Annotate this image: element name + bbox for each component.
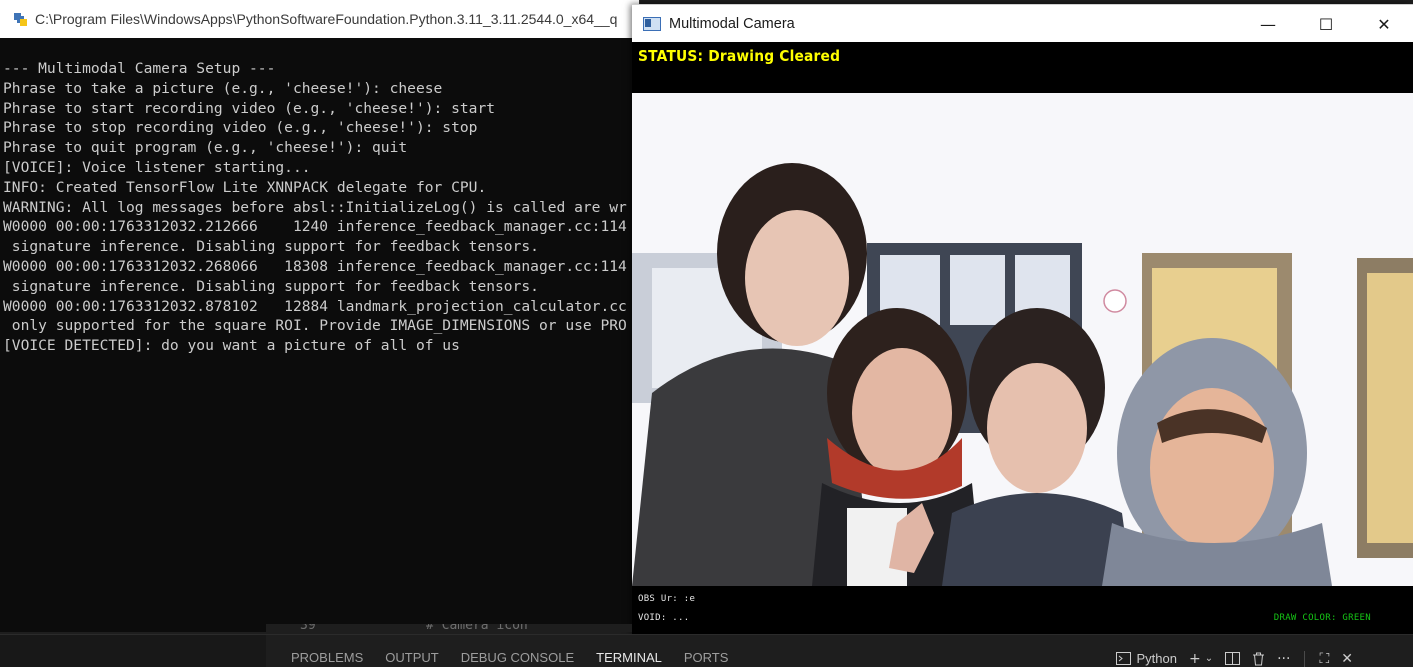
console-line: W0000 00:00:1763312032.268066 18308 infe… (3, 257, 627, 275)
console-line: W0000 00:00:1763312032.212666 1240 infer… (3, 218, 627, 236)
trash-icon[interactable] (1252, 638, 1265, 666)
tab-terminal[interactable]: TERMINAL (596, 635, 662, 667)
status-text: STATUS: Drawing Cleared (638, 47, 841, 65)
console-output: --- Multimodal Camera Setup --- Phrase to… (0, 38, 632, 632)
console-line: Phrase to start recording video (e.g., '… (3, 99, 496, 117)
console-line: Phrase to stop recording video (e.g., 'c… (3, 119, 478, 137)
camera-feed-image (632, 93, 1413, 586)
camera-app-icon (643, 16, 661, 31)
console-line: Phrase to quit program (e.g., 'cheese!')… (3, 139, 408, 157)
info-line-1: OBS Ur: :e (638, 594, 696, 604)
console-line: W0000 00:00:1763312032.878102 12884 land… (3, 297, 627, 315)
terminal-panel-header: PROBLEMS OUTPUT DEBUG CONSOLE TERMINAL PORTS… (0, 634, 1413, 667)
maximize-button[interactable]: ☐ (1297, 5, 1355, 43)
console-line: [VOICE]: Voice listener starting... (3, 158, 311, 176)
minimize-button[interactable]: — (1239, 5, 1297, 43)
console-title: C:\Program Files\WindowsApps\PythonSoftw… (35, 11, 618, 27)
console-line: signature inference. Disabling support f… (3, 238, 539, 256)
chevron-down-icon[interactable]: ⌄ (1205, 639, 1213, 664)
console-line: Phrase to take a picture (e.g., 'cheese!… (3, 79, 443, 97)
close-button[interactable]: ✕ (1355, 5, 1413, 43)
console-line: INFO: Created TensorFlow Lite XNNPACK de… (3, 178, 487, 196)
console-titlebar[interactable]: C:\Program Files\WindowsApps\PythonSoftw… (0, 0, 639, 38)
console-line: only supported for the square ROI. Provi… (3, 317, 627, 335)
camera-feed[interactable] (632, 93, 1413, 586)
tab-output[interactable]: OUTPUT (385, 635, 438, 667)
console-line: WARNING: All log messages before absl::I… (3, 198, 627, 216)
code-line: # Camera icon (426, 624, 528, 632)
tab-ports[interactable]: PORTS (684, 635, 729, 667)
draw-color-label: DRAW COLOR: GREEN (1273, 613, 1371, 623)
editor-peek: 39 # Camera icon (266, 624, 632, 632)
camera-info-bar: OBS Ur: :e VOID: ... DRAW COLOR: GREEN (632, 586, 1413, 634)
camera-titlebar[interactable]: Multimodal Camera — ☐ ✕ (632, 4, 1413, 42)
terminal-icon[interactable]: Python (1116, 637, 1177, 666)
camera-window-title: Multimodal Camera (669, 15, 795, 32)
terminal-name: Python (1136, 651, 1177, 666)
camera-window[interactable]: Multimodal Camera — ☐ ✕ STATUS: Drawing … (632, 4, 1413, 634)
maximize-icon[interactable]: ⛶ (1319, 637, 1329, 667)
split-icon[interactable] (1225, 638, 1241, 665)
console-window[interactable]: C:\Program Files\WindowsApps\PythonSoftw… (0, 0, 640, 632)
actions-separator (1304, 650, 1306, 667)
tab-problems[interactable]: PROBLEMS (291, 635, 363, 667)
console-line: --- Multimodal Camera Setup --- (3, 60, 276, 77)
close-icon[interactable]: ✕ (1341, 637, 1353, 667)
console-line: signature inference. Disabling support f… (3, 277, 539, 295)
plus-icon[interactable]: + (1189, 637, 1201, 667)
line-number: 39 (300, 624, 316, 632)
info-line-2: VOID: ... (638, 613, 690, 623)
camera-status-bar: STATUS: Drawing Cleared (632, 42, 1413, 93)
panel-actions: Python + ⌄ ··· ⛶ ✕ (1104, 635, 1413, 667)
panel-tabs: PROBLEMS OUTPUT DEBUG CONSOLE TERMINAL PORTS (280, 635, 739, 667)
python-icon (12, 10, 29, 28)
sidebar-gap (0, 635, 266, 667)
console-line: [VOICE DETECTED]: do you want a picture … (3, 337, 460, 355)
tab-debug-console[interactable]: DEBUG CONSOLE (461, 635, 574, 667)
more-icon[interactable]: ··· (1277, 637, 1290, 667)
